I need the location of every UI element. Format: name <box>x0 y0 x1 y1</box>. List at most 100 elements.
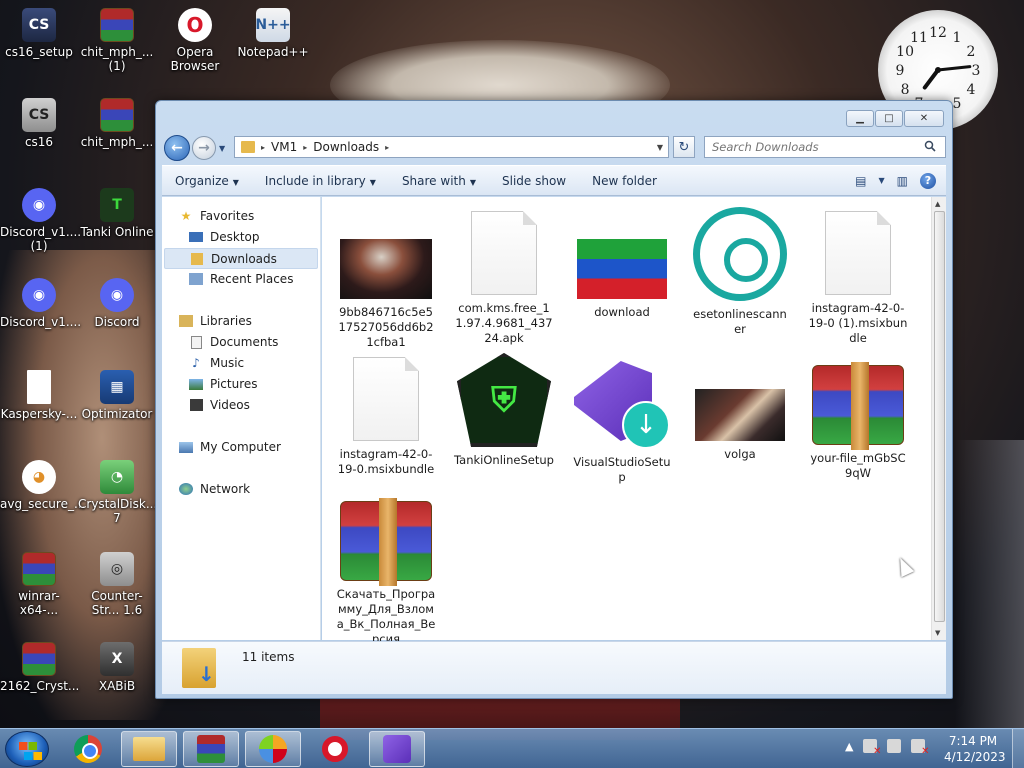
organize-button[interactable]: Organize ▼ <box>162 174 252 188</box>
nav-desktop[interactable]: Desktop <box>188 230 260 244</box>
desktop-icon-counter-str-1-6[interactable]: ◎ Counter-Str... 1.6 <box>78 552 156 617</box>
nav-videos[interactable]: Videos <box>188 398 250 412</box>
start-button[interactable] <box>5 731 49 767</box>
desktop-icon-cs16[interactable]: CS cs16 <box>0 98 78 149</box>
nav-music[interactable]: ♪ Music <box>188 356 244 370</box>
desktop-icon-discord-v1-1[interactable]: ◉ Discord_v1.... (1) <box>0 188 81 253</box>
desktop-icon-label: Optimizator <box>81 407 153 421</box>
nav-favorites[interactable]: ★ Favorites <box>178 209 255 223</box>
file-item[interactable]: esetonlinescanner <box>690 207 790 337</box>
desktop-icon-xabib[interactable]: X XABiB <box>78 642 156 693</box>
desktop-icon-chit-mph-1[interactable]: chit_mph_... (1) <box>78 8 156 73</box>
nav-my-computer[interactable]: My Computer <box>178 440 281 454</box>
nav-recent-places[interactable]: Recent Places <box>188 272 293 286</box>
wallpaper-logo <box>955 440 1024 730</box>
desktop-icon-winrar-x64[interactable]: winrar-x64-... <box>0 552 78 617</box>
desktop-icon-label: winrar-x64-... <box>18 589 60 617</box>
breadcrumb-vm1[interactable]: VM1 <box>265 140 303 154</box>
show-hidden-icons[interactable]: ▲ <box>845 740 853 753</box>
file-item[interactable]: ↓ VisualStudioSetup <box>572 353 672 485</box>
desktop-icon-discord[interactable]: ◉ Discord <box>78 278 156 329</box>
file-item[interactable]: Скачать_Программу_Для_Взлома_Вк_Полная_В… <box>336 489 436 647</box>
more-options-icon[interactable]: ▼ <box>879 176 885 185</box>
nav-recent-places-label: Recent Places <box>210 272 294 286</box>
file-name: Скачать_Программу_Для_Взлома_Вк_Полная_В… <box>336 587 436 646</box>
desktop-icon-cs16-setup[interactable]: CS cs16_setup <box>0 8 78 59</box>
rar-app-icon <box>100 98 134 132</box>
history-dropdown-icon[interactable]: ▼ <box>219 144 231 153</box>
network-status-icon[interactable] <box>887 739 902 753</box>
share-with-button[interactable]: Share with ▼ <box>389 174 489 188</box>
desktop-icon-discord-v1[interactable]: ◉ Discord_v1.... <box>0 278 81 329</box>
taskbar-visual-studio-setup[interactable] <box>369 731 425 767</box>
file-item[interactable]: com.kms.free_11.97.4.9681_43724.apk <box>454 207 554 346</box>
breadcrumb-separator-icon[interactable]: ▸ <box>385 143 389 152</box>
nav-documents[interactable]: Documents <box>188 335 278 349</box>
nav-libraries[interactable]: Libraries <box>178 314 252 328</box>
help-icon[interactable]: ? <box>920 172 936 189</box>
back-button[interactable]: ← <box>164 135 190 161</box>
search-input[interactable] <box>704 136 946 158</box>
include-in-library-button[interactable]: Include in library ▼ <box>252 174 389 188</box>
taskbar-avg[interactable] <box>245 731 301 767</box>
downloads-folder-icon <box>182 648 216 688</box>
address-bar[interactable]: ▸ VM1 ▸ Downloads ▸ ▼ <box>234 136 669 158</box>
vertical-scrollbar[interactable]: ▲ ▼ <box>931 197 946 640</box>
share-with-label: Share with <box>401 173 466 188</box>
rar-app-icon <box>22 642 56 676</box>
nav-favorites-label: Favorites <box>200 209 255 223</box>
scroll-up-icon[interactable]: ▲ <box>935 200 940 208</box>
volume-muted-icon[interactable] <box>911 739 929 757</box>
desktop-icon-opera-browser[interactable]: O Opera Browser <box>156 8 234 73</box>
show-desktop-button[interactable] <box>1012 729 1024 768</box>
nav-videos-label: Videos <box>210 398 250 412</box>
refresh-button[interactable]: ↻ <box>673 136 695 158</box>
desktop-icon-crystaldisk-7[interactable]: ◔ CrystalDisk... 7 <box>78 460 157 525</box>
desktop-icon-label: cs16_setup <box>5 45 73 59</box>
file-item[interactable]: download <box>572 207 672 320</box>
file-name: download <box>594 305 650 319</box>
doc-thumbnail-icon <box>471 211 537 295</box>
file-item[interactable]: instagram-42-0-19-0.msixbundle <box>336 353 436 477</box>
clock-numeral: 12 <box>929 25 947 41</box>
desktop-icon-tanki-online[interactable]: T Tanki Online <box>78 188 156 239</box>
scroll-down-icon[interactable]: ▼ <box>935 629 940 637</box>
nav-network[interactable]: Network <box>178 482 250 496</box>
new-folder-button[interactable]: New folder <box>579 174 670 188</box>
file-item[interactable]: ⛨ TankiOnlineSetup <box>454 353 554 468</box>
close-button[interactable]: ✕ <box>904 110 944 127</box>
forward-button[interactable]: → <box>192 136 216 160</box>
desktop-icon-notepad[interactable]: N++ Notepad++ <box>234 8 312 59</box>
scroll-thumb[interactable] <box>934 211 945 622</box>
taskbar-clock[interactable]: 7:14 PM 4/12/2023 <box>944 733 1006 765</box>
desktop-icon-2162-cryst[interactable]: 2162_Cryst... <box>0 642 79 693</box>
xabib-app-icon: X <box>100 642 134 676</box>
file-item[interactable]: your-file_mGbSC9qW <box>808 353 908 481</box>
nav-pictures[interactable]: Pictures <box>188 377 258 391</box>
desktop-icon-optimizator[interactable]: ▦ Optimizator <box>78 370 156 421</box>
preview-pane-icon[interactable]: ▥ <box>897 174 908 188</box>
taskbar-explorer[interactable] <box>121 731 177 767</box>
breadcrumb-downloads[interactable]: Downloads <box>307 140 385 154</box>
taskbar-chrome[interactable] <box>60 731 116 767</box>
action-center-icon[interactable] <box>863 739 881 757</box>
file-view[interactable]: 9bb846716c5e517527056dd6b21cfba1 com.kms.… <box>322 197 931 646</box>
minimize-button[interactable]: ▁ <box>846 110 874 127</box>
explorer-window[interactable]: ▁ □ ✕ ← → ▼ ▸ VM1 ▸ Downloads ▸ ▼ ↻ Orga… <box>155 100 953 699</box>
desktop-icon-chit-mph[interactable]: chit_mph_... <box>78 98 156 149</box>
desktop-icon-kaspersky[interactable]: Kaspersky-... <box>0 370 78 421</box>
taskbar-opera[interactable] <box>307 731 363 767</box>
file-item[interactable]: 9bb846716c5e517527056dd6b21cfba1 <box>336 207 436 350</box>
taskbar-winrar[interactable] <box>183 731 239 767</box>
rar-app-icon <box>100 8 134 42</box>
vs-thumbnail-icon: ↓ <box>574 353 670 449</box>
maximize-button[interactable]: □ <box>875 110 903 127</box>
slide-show-button[interactable]: Slide show <box>489 174 579 188</box>
search-icon[interactable] <box>924 140 936 155</box>
desktop-icon-avg-secure[interactable]: ◕ avg_secure_... <box>0 460 85 511</box>
file-item[interactable]: instagram-42-0-19-0 (1).msixbundle <box>808 207 908 346</box>
change-view-icon[interactable]: ▤ <box>855 174 866 188</box>
address-dropdown-icon[interactable]: ▼ <box>652 143 668 152</box>
nav-downloads[interactable]: Downloads <box>164 248 318 269</box>
file-item[interactable]: volga <box>690 353 790 462</box>
